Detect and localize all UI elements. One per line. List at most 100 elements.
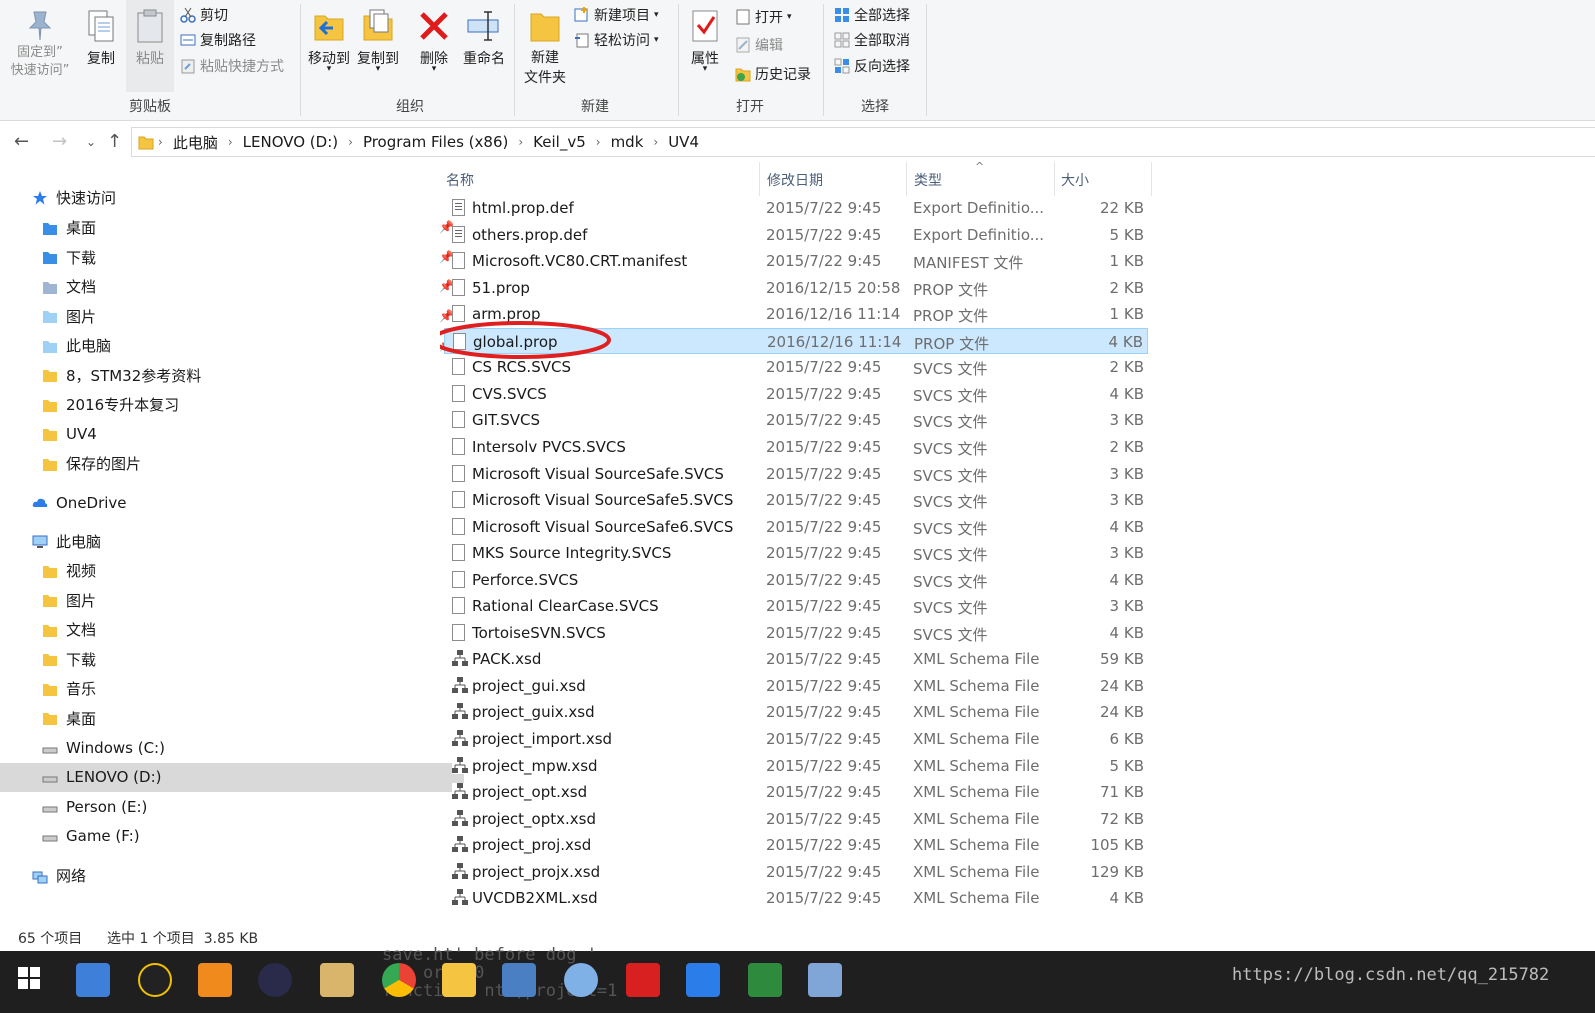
- file-row[interactable]: Intersolv PVCS.SVCS 2015/7/22 9:45 SVCS 文件…: [444, 434, 1148, 460]
- nav-quick-item[interactable]: 保存的图片: [0, 449, 464, 478]
- column-divider[interactable]: [1054, 162, 1055, 196]
- copy-button[interactable]: 复制: [80, 4, 122, 68]
- nav-pc-item[interactable]: Windows (C:): [0, 733, 464, 762]
- nav-quick-item[interactable]: 桌面 📌: [0, 213, 464, 242]
- file-row[interactable]: Microsoft Visual SourceSafe.SVCS 2015/7/2…: [444, 461, 1148, 487]
- nav-this-pc[interactable]: 此电脑: [0, 527, 454, 556]
- file-row[interactable]: project_gui.xsd 2015/7/22 9:45 XML Schema …: [444, 673, 1148, 699]
- edit-button[interactable]: 编辑: [735, 34, 783, 56]
- file-row[interactable]: Microsoft Visual SourceSafe5.SVCS 2015/7/…: [444, 487, 1148, 513]
- breadcrumb-item[interactable]: UV4: [662, 133, 705, 151]
- eclipse-icon[interactable]: [258, 963, 292, 997]
- cut-button[interactable]: 剪切: [180, 4, 228, 26]
- java-icon[interactable]: [320, 963, 354, 997]
- taskbar-app-icon[interactable]: [748, 963, 782, 997]
- chevron-right-icon[interactable]: ›: [154, 135, 167, 149]
- chevron-right-icon[interactable]: ›: [224, 135, 237, 149]
- nav-pc-item[interactable]: 图片: [0, 586, 464, 615]
- file-row[interactable]: project_projx.xsd 2015/7/22 9:45 XML Schem…: [444, 859, 1148, 885]
- file-row[interactable]: TortoiseSVN.SVCS 2015/7/22 9:45 SVCS 文件 4 K…: [444, 620, 1148, 646]
- column-header-type[interactable]: 类型: [914, 170, 942, 190]
- taskbar-app-icon[interactable]: [564, 963, 598, 997]
- taskbar-app-icon[interactable]: [502, 963, 536, 997]
- up-arrow-icon[interactable]: ↑: [107, 131, 122, 152]
- file-row[interactable]: Microsoft.VC80.CRT.manifest 2015/7/22 9:4…: [444, 248, 1148, 274]
- column-header-size[interactable]: 大小: [1061, 170, 1089, 190]
- paste-button[interactable]: 粘贴: [126, 0, 174, 92]
- nav-pc-item[interactable]: 视频: [0, 556, 464, 585]
- taskbar-app-icon[interactable]: [626, 963, 660, 997]
- nav-pc-item[interactable]: LENOVO (D:): [0, 762, 464, 792]
- file-row[interactable]: 51.prop 2016/12/15 20:58 PROP 文件 2 KB: [444, 275, 1148, 301]
- nav-quick-access[interactable]: 快速访问: [0, 183, 454, 212]
- paste-shortcut-button[interactable]: 粘贴快捷方式: [180, 55, 284, 77]
- nav-pc-item[interactable]: Game (F:): [0, 822, 464, 851]
- nav-pc-item[interactable]: 文档: [0, 615, 464, 644]
- forward-arrow-icon[interactable]: →: [52, 131, 67, 152]
- file-row[interactable]: PACK.xsd 2015/7/22 9:45 XML Schema File 59 …: [444, 646, 1148, 672]
- windows-start-icon[interactable]: [18, 967, 40, 989]
- chevron-right-icon[interactable]: ›: [344, 135, 357, 149]
- copy-to-button[interactable]: 复制到 ▾: [355, 4, 401, 74]
- delete-button[interactable]: 删除 ▾: [414, 4, 454, 74]
- chevron-right-icon[interactable]: ›: [514, 135, 527, 149]
- nav-pc-item[interactable]: 桌面: [0, 704, 464, 733]
- file-row[interactable]: project_optx.xsd 2015/7/22 9:45 XML Schema…: [444, 806, 1148, 832]
- file-row[interactable]: Microsoft Visual SourceSafe6.SVCS 2015/7/…: [444, 514, 1148, 540]
- new-item-button[interactable]: 新建项目 ▾: [574, 4, 659, 26]
- nav-pc-item[interactable]: Person (E:): [0, 792, 464, 821]
- nav-quick-item[interactable]: UV4: [0, 420, 464, 449]
- breadcrumb-item[interactable]: Keil_v5: [527, 133, 592, 151]
- nav-quick-item[interactable]: 文档 📌: [0, 272, 464, 301]
- chrome-icon[interactable]: [382, 963, 416, 997]
- breadcrumb-item[interactable]: LENOVO (D:): [237, 133, 344, 151]
- back-arrow-icon[interactable]: ←: [14, 131, 29, 152]
- column-divider[interactable]: [759, 162, 760, 196]
- breadcrumb-item[interactable]: mdk: [605, 133, 650, 151]
- nav-pc-item[interactable]: 音乐: [0, 674, 464, 703]
- file-row[interactable]: others.prop.def 2015/7/22 9:45 Export Defi…: [444, 222, 1148, 248]
- column-divider[interactable]: [906, 162, 907, 196]
- select-all-button[interactable]: 全部选择: [834, 4, 910, 26]
- breadcrumb-item[interactable]: Program Files (x86): [357, 133, 514, 151]
- column-header-date[interactable]: 修改日期: [767, 170, 823, 190]
- history-button[interactable]: 历史记录: [735, 63, 811, 85]
- file-row[interactable]: project_guix.xsd 2015/7/22 9:45 XML Schema…: [444, 699, 1148, 725]
- file-row[interactable]: GIT.SVCS 2015/7/22 9:45 SVCS 文件 3 KB: [444, 407, 1148, 433]
- taskbar-app-icon[interactable]: [198, 963, 232, 997]
- breadcrumb-item[interactable]: 此电脑: [167, 132, 224, 153]
- nav-onedrive[interactable]: OneDrive: [0, 488, 454, 517]
- select-none-button[interactable]: 全部取消: [834, 29, 910, 51]
- file-row[interactable]: project_import.xsd 2015/7/22 9:45 XML Sche…: [444, 726, 1148, 752]
- file-explorer-icon[interactable]: [442, 963, 476, 997]
- file-row[interactable]: Perforce.SVCS 2015/7/22 9:45 SVCS 文件 4 KB: [444, 567, 1148, 593]
- taskbar-app-icon[interactable]: [76, 963, 110, 997]
- recent-locations-chevron-icon[interactable]: ⌄: [86, 135, 96, 149]
- copy-path-button[interactable]: 复制路径: [180, 29, 256, 51]
- file-row[interactable]: CVS.SVCS 2015/7/22 9:45 SVCS 文件 4 KB: [444, 381, 1148, 407]
- address-bar[interactable]: › 此电脑 › LENOVO (D:) › Program Files (x86…: [131, 127, 1595, 157]
- file-row[interactable]: project_mpw.xsd 2015/7/22 9:45 XML Schema …: [444, 753, 1148, 779]
- nav-quick-item[interactable]: 2016专升本复习: [0, 390, 464, 419]
- nav-quick-item[interactable]: 此电脑📌: [0, 331, 464, 360]
- pin-to-quick-access-button[interactable]: 固定到” 快速访问”: [4, 4, 76, 80]
- nav-network[interactable]: 网络: [0, 861, 454, 890]
- chevron-right-icon[interactable]: ›: [592, 135, 605, 149]
- open-button[interactable]: 打开 ▾: [735, 6, 792, 28]
- chat-icon[interactable]: [686, 963, 720, 997]
- invert-selection-button[interactable]: 反向选择: [834, 55, 910, 77]
- file-row[interactable]: UVCDB2XML.xsd 2015/7/22 9:45 XML Schema Fi…: [444, 885, 1148, 911]
- taskbar-app-icon[interactable]: [808, 963, 842, 997]
- nav-pc-item[interactable]: 下载: [0, 645, 464, 674]
- new-folder-button[interactable]: 新建 文件夹: [520, 4, 570, 88]
- properties-button[interactable]: 属性 ▾: [684, 4, 726, 74]
- chevron-right-icon[interactable]: ›: [649, 135, 662, 149]
- qq-icon[interactable]: [138, 963, 172, 997]
- move-to-button[interactable]: 移动到 ▾: [306, 4, 352, 74]
- nav-quick-item[interactable]: 8，STM32参考资料: [0, 361, 464, 390]
- easy-access-button[interactable]: 轻松访问 ▾: [574, 29, 659, 51]
- file-row[interactable]: project_proj.xsd 2015/7/22 9:45 XML Schema…: [444, 832, 1148, 858]
- file-row[interactable]: html.prop.def 2015/7/22 9:45 Export Defini…: [444, 195, 1148, 221]
- file-row[interactable]: project_opt.xsd 2015/7/22 9:45 XML Schema …: [444, 779, 1148, 805]
- nav-quick-item[interactable]: 图片 📌: [0, 302, 464, 331]
